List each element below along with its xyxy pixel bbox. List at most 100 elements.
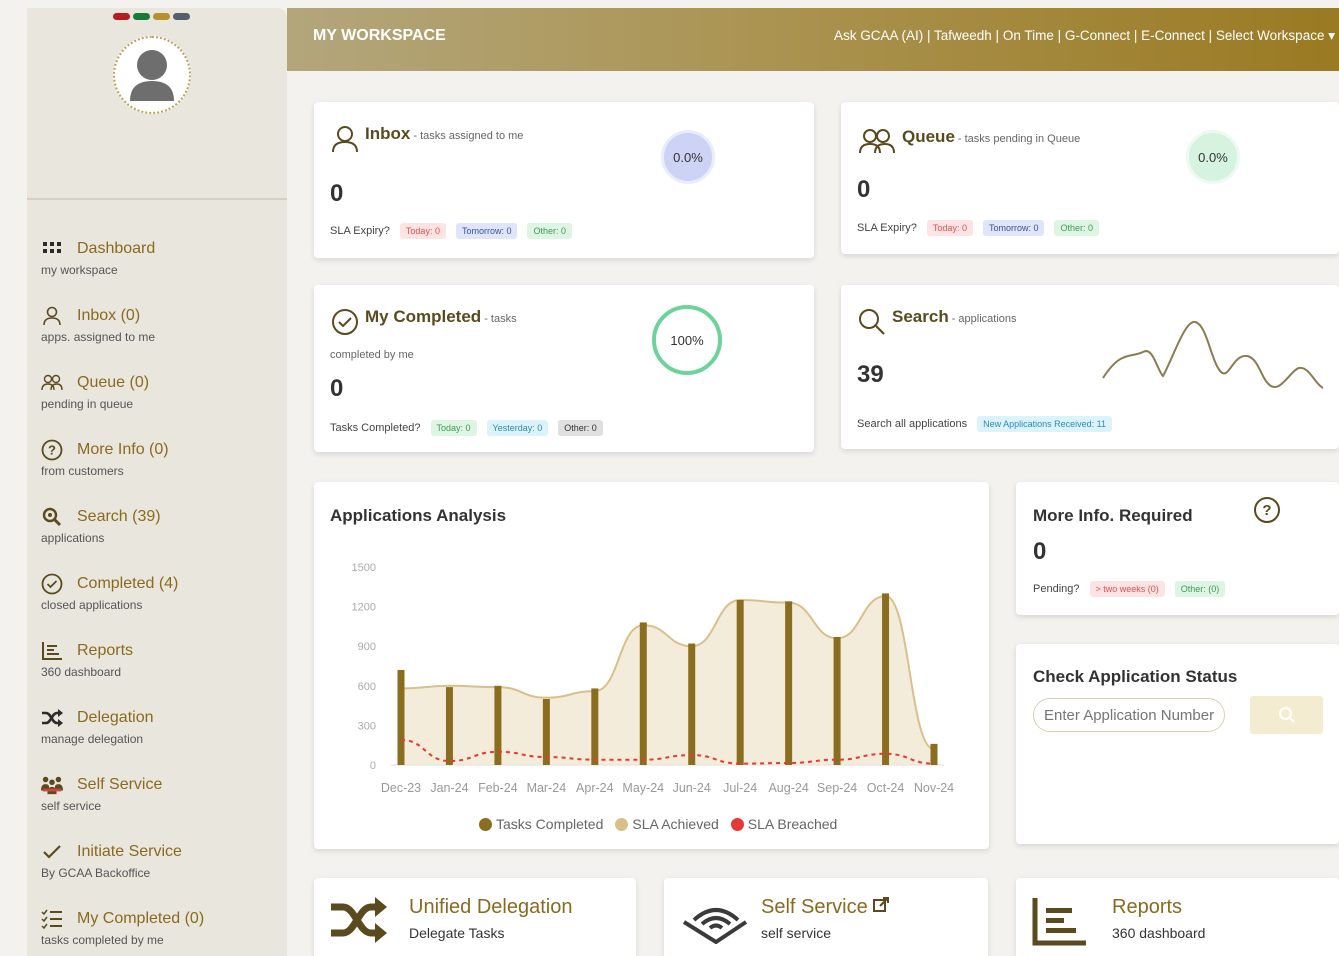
legend-label: SLA Breached xyxy=(747,816,838,832)
question-circle-icon: ? xyxy=(41,439,63,461)
question-circle-icon[interactable]: ? xyxy=(1253,496,1281,524)
sidebar-item-sub: By GCAA Backoffice xyxy=(41,866,151,880)
inbox-title: Inbox xyxy=(365,124,411,143)
self-service-tile[interactable]: Self Service self service xyxy=(664,878,988,956)
flag-stripe xyxy=(173,13,190,20)
list-check-icon xyxy=(41,908,63,930)
more-info-card[interactable]: More Info. Required ? 0 Pending? > two w… xyxy=(1016,482,1339,615)
status-search-button[interactable] xyxy=(1250,696,1323,734)
sidebar-item-sub: closed applications xyxy=(41,598,143,612)
legend-item[interactable]: SLA Breached xyxy=(730,816,838,832)
other-chip[interactable]: Other: 0 xyxy=(558,420,603,436)
new-applications-chip[interactable]: New Applications Received: 11 xyxy=(977,416,1112,432)
check-circle-icon xyxy=(41,573,63,595)
tile-subtitle: 360 dashboard xyxy=(1112,925,1206,941)
sidebar-item-label: Self Service xyxy=(77,776,163,793)
bar-tasks-completed xyxy=(639,622,647,765)
tile-subtitle: Delegate Tasks xyxy=(409,925,505,941)
application-number-input[interactable] xyxy=(1033,698,1225,732)
search-title: Search xyxy=(892,307,949,326)
today-chip[interactable]: Today: 0 xyxy=(430,420,477,436)
tomorrow-chip[interactable]: Tomorrow: 0 xyxy=(455,223,518,239)
queue-sla-row: SLA Expiry? Today: 0 Tomorrow: 0 Other: … xyxy=(857,220,1099,236)
sidebar-item-reports[interactable]: Reports 360 dashboard xyxy=(41,639,281,706)
other-chip[interactable]: Other: (0) xyxy=(1174,581,1226,597)
x-tick-label: Oct-24 xyxy=(867,781,905,795)
inbox-card[interactable]: Inbox - tasks assigned to me 0 0.0% SLA … xyxy=(314,102,814,258)
bar-tasks-completed xyxy=(785,601,793,765)
sidebar-item-label: Completed (4) xyxy=(77,575,179,592)
reports-icon xyxy=(41,640,63,662)
sidebar-item-sub: pending in queue xyxy=(41,397,134,411)
queue-percent-ring: 0.0% xyxy=(1186,130,1240,184)
search-subtitle: - applications xyxy=(951,313,1017,325)
sidebar-item-self-service[interactable]: Self Service self service xyxy=(41,773,281,840)
legend-label: Tasks Completed xyxy=(496,816,604,832)
x-tick-label: Dec-23 xyxy=(381,781,421,795)
user-icon xyxy=(41,305,63,327)
sla-achieved-area xyxy=(401,596,934,765)
search-card[interactable]: Search - applications 39 Search all appl… xyxy=(841,285,1339,449)
other-chip[interactable]: Other: 0 xyxy=(1054,220,1099,236)
svg-text:?: ? xyxy=(48,443,56,458)
legend-swatch xyxy=(615,817,629,831)
x-tick-label: Jul-24 xyxy=(723,781,757,795)
bar-tasks-completed xyxy=(882,593,890,765)
sidebar-item-inbox[interactable]: Inbox (0) apps. assigned to me xyxy=(41,304,281,371)
chart-legend: Tasks Completed SLA Achieved SLA Breached xyxy=(479,816,837,832)
check-circle-icon xyxy=(332,309,358,335)
y-tick-label: 600 xyxy=(358,681,376,693)
legend-swatch xyxy=(730,817,744,831)
legend-item[interactable]: Tasks Completed xyxy=(479,816,603,832)
sidebar-item-initiate-service[interactable]: Initiate Service By GCAA Backoffice xyxy=(41,840,281,907)
sidebar-item-completed[interactable]: Completed (4) closed applications xyxy=(41,572,281,639)
other-chip[interactable]: Other: 0 xyxy=(527,223,572,239)
pending-label: Pending? xyxy=(1033,583,1080,595)
sidebar-item-search[interactable]: Search (39) applications xyxy=(41,505,281,572)
inbox-sla-row: SLA Expiry? Today: 0 Tomorrow: 0 Other: … xyxy=(330,223,572,239)
tasks-completed-label: Tasks Completed? xyxy=(330,422,421,434)
avatar[interactable] xyxy=(113,36,191,114)
yesterday-chip[interactable]: Yesterday: 0 xyxy=(486,420,549,436)
sidebar-item-more-info[interactable]: ? More Info (0) from customers xyxy=(41,438,281,505)
tile-subtitle: self service xyxy=(761,925,832,941)
search-all-label[interactable]: Search all applications xyxy=(857,418,967,430)
external-link-icon[interactable] xyxy=(873,897,890,913)
today-chip[interactable]: Today: 0 xyxy=(399,223,446,239)
two-weeks-chip[interactable]: > two weeks (0) xyxy=(1089,581,1165,597)
header-links[interactable]: Ask GCAA (AI) | Tafweedh | On Time | G-C… xyxy=(834,28,1335,44)
sidebar-item-sub: apps. assigned to me xyxy=(41,330,156,344)
inbox-percent-ring: 0.0% xyxy=(661,130,715,184)
sidebar-item-my-completed[interactable]: My Completed (0) tasks completed by me xyxy=(41,907,281,956)
x-tick-label: Jun-24 xyxy=(673,781,711,795)
unified-delegation-tile[interactable]: Unified Delegation Delegate Tasks xyxy=(314,878,636,956)
my-completed-subtitle-2: completed by me xyxy=(330,349,414,361)
my-completed-title: My Completed xyxy=(365,307,482,326)
search-count: 39 xyxy=(857,361,884,388)
check-status-title: Check Application Status xyxy=(1033,667,1238,686)
queue-subtitle: - tasks pending in Queue xyxy=(957,133,1081,145)
today-chip[interactable]: Today: 0 xyxy=(926,220,973,236)
sidebar-item-delegation[interactable]: Delegation manage delegation xyxy=(41,706,281,773)
sidebar-item-label: Queue (0) xyxy=(77,374,150,391)
top-header: MY WORKSPACE Ask GCAA (AI) | Tafweedh | … xyxy=(287,8,1339,71)
reports-tile[interactable]: Reports 360 dashboard xyxy=(1016,878,1339,956)
sidebar-item-label: My Completed (0) xyxy=(77,910,205,927)
sidebar-item-dashboard[interactable]: Dashboard my workspace xyxy=(41,237,281,304)
my-completed-percent-ring: 100% xyxy=(652,305,722,375)
legend-item[interactable]: SLA Achieved xyxy=(615,816,719,832)
more-info-title: More Info. Required xyxy=(1033,506,1193,525)
tile-title: Reports xyxy=(1112,896,1183,918)
search-icon xyxy=(41,506,63,528)
x-tick-label: May-24 xyxy=(622,781,664,795)
sidebar-item-label: Initiate Service xyxy=(77,843,182,860)
queue-card[interactable]: Queue - tasks pending in Queue 0 0.0% SL… xyxy=(841,102,1339,254)
more-info-count: 0 xyxy=(1033,538,1047,565)
sidebar-item-queue[interactable]: Queue (0) pending in queue xyxy=(41,371,281,438)
sidebar-item-label: Reports xyxy=(77,642,134,659)
sidebar-item-sub: tasks completed by me xyxy=(41,933,164,947)
check-status-card: Check Application Status xyxy=(1016,644,1339,844)
svg-text:?: ? xyxy=(1262,502,1271,519)
my-completed-card[interactable]: My Completed - tasks completed by me 0 1… xyxy=(314,285,814,452)
tomorrow-chip[interactable]: Tomorrow: 0 xyxy=(982,220,1045,236)
